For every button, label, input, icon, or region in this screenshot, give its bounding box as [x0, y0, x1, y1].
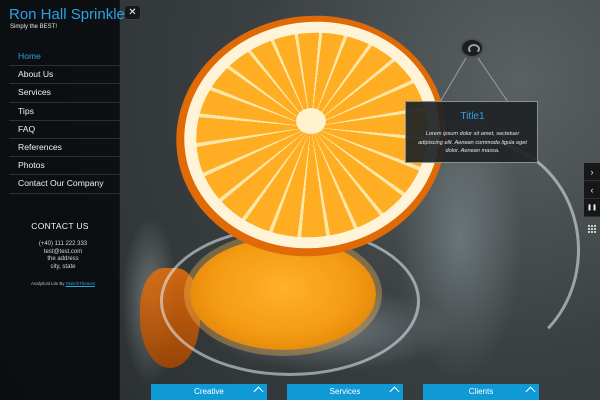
tab-services[interactable]: Services — [287, 384, 403, 400]
tab-services-label: Services — [329, 387, 361, 396]
tooltip-body: Lorem ipsum dolor sit amet, sectetuer ad… — [418, 131, 527, 154]
tooltip-title: Title1 — [460, 111, 485, 122]
tab-creative[interactable]: Creative — [151, 384, 267, 400]
tab-creative-label: Creative — [194, 387, 224, 396]
next-slide-button[interactable]: › — [584, 163, 600, 181]
tooltip-connector-lines — [439, 57, 509, 103]
tab-clients[interactable]: Clients — [423, 384, 539, 400]
hotspot-marker[interactable] — [460, 38, 484, 58]
tab-clients-label: Clients — [468, 387, 494, 396]
chevron-right-icon: › — [590, 167, 594, 177]
pause-slideshow-button[interactable]: ❚❚ — [584, 199, 600, 217]
previous-slide-button[interactable]: ‹ — [584, 181, 600, 199]
pause-icon: ❚❚ — [586, 205, 598, 211]
chevron-left-icon: ‹ — [590, 185, 594, 195]
hotspot-tooltip: Title1 Lorem ipsum dolor sit amet, secte… — [405, 101, 538, 163]
slider-controls: › ‹ ❚❚ — [584, 163, 600, 217]
